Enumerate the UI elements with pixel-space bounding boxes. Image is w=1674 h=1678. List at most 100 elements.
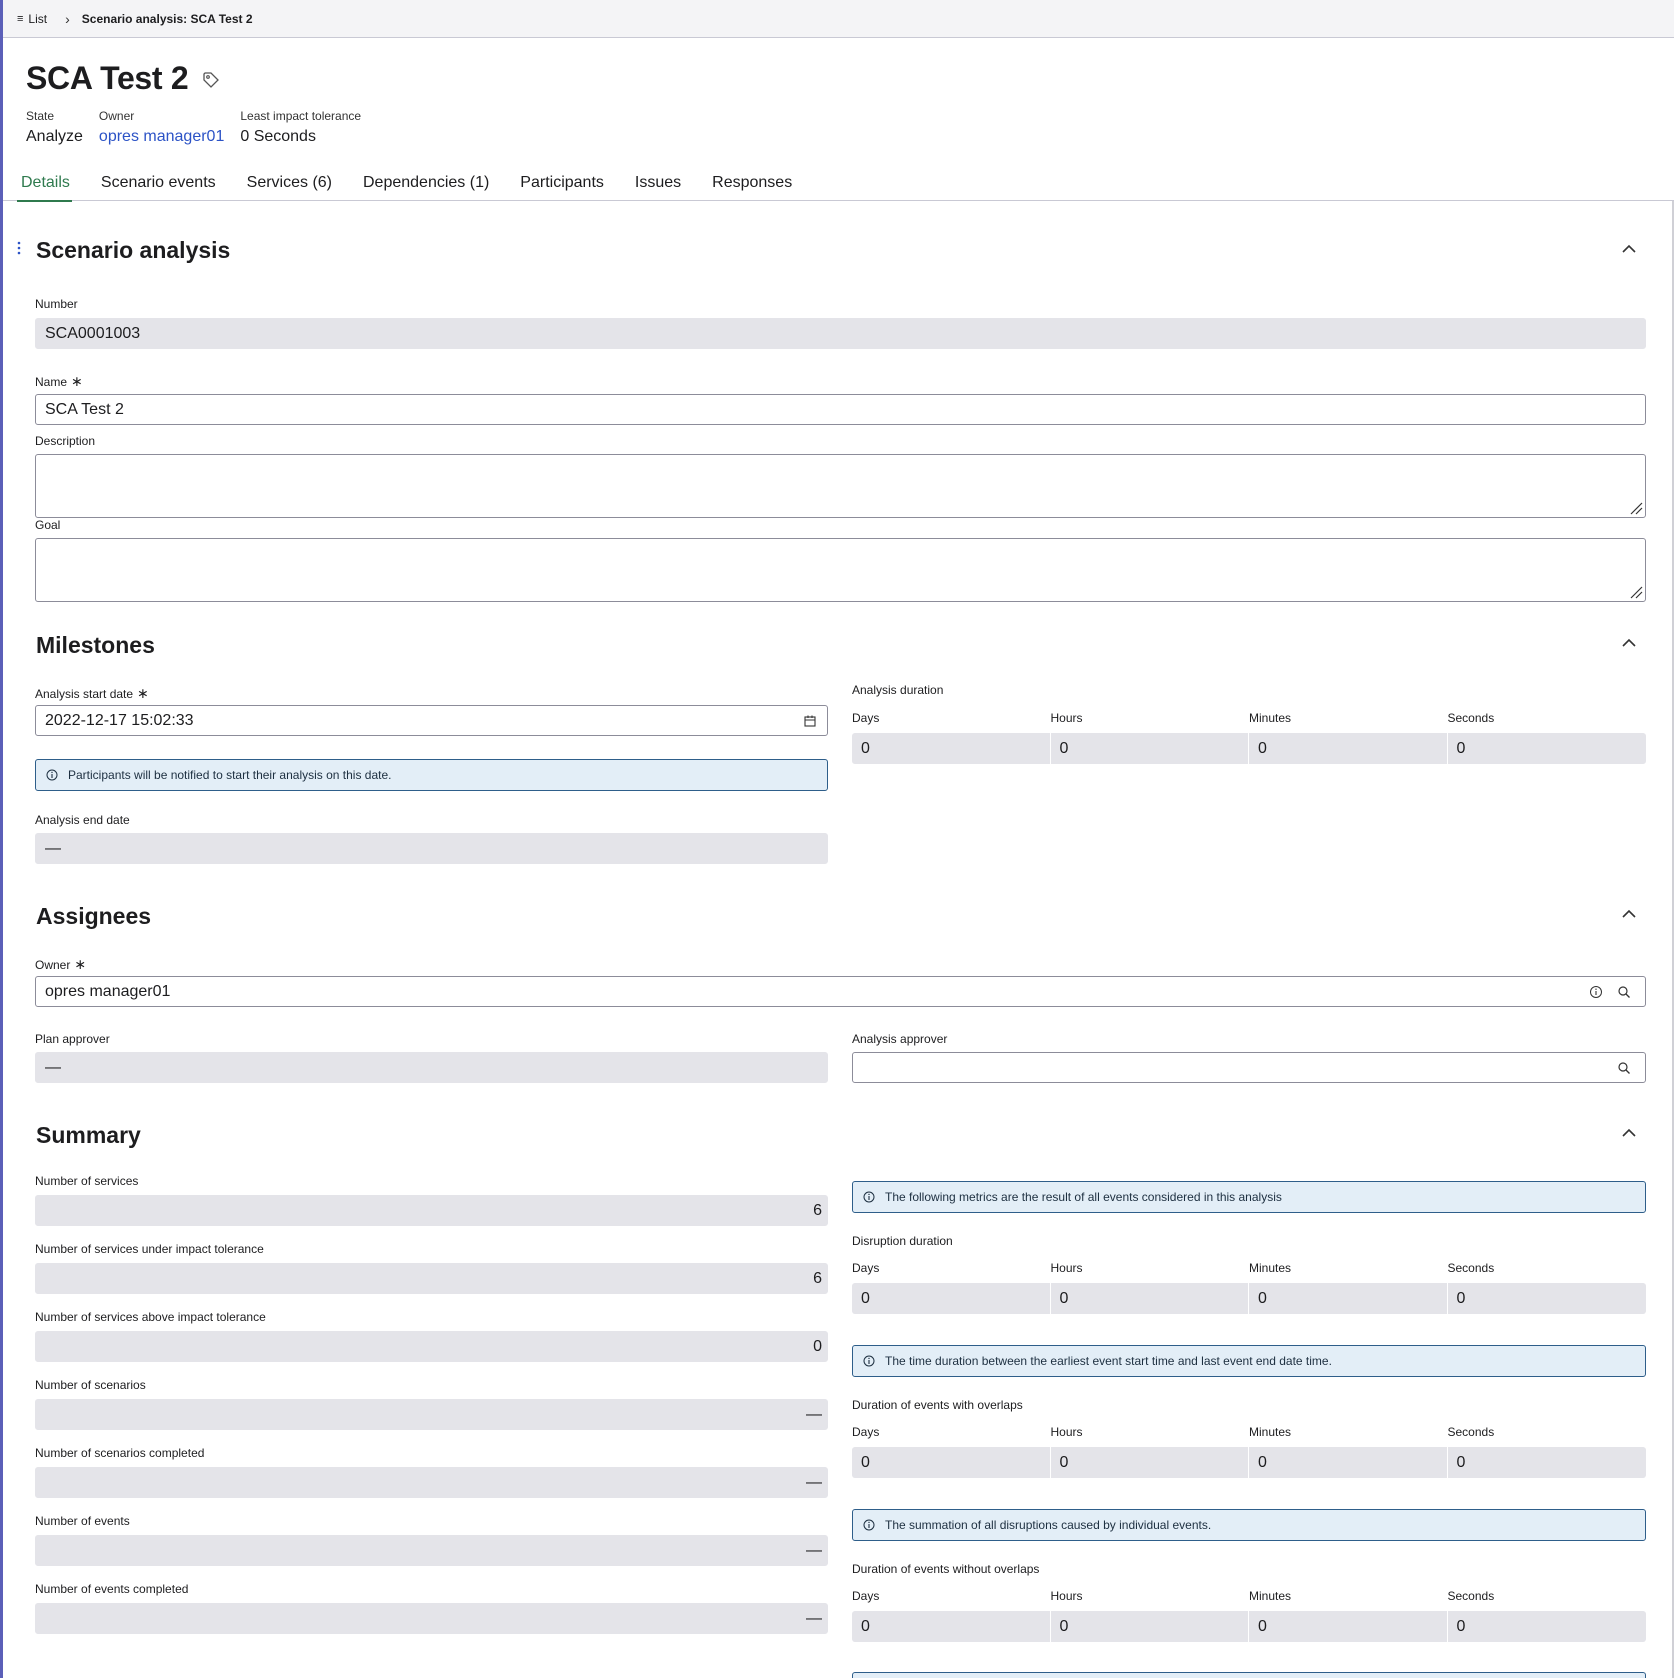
meta-owner: Owner opres manager01 (98, 109, 225, 146)
overlaps-minutes: 0 (1249, 1447, 1448, 1478)
plan-approver-field: — (35, 1052, 828, 1083)
analysis-duration-days: 0 (852, 733, 1051, 764)
summary-field-label: Number of services (35, 1174, 139, 1188)
goal-label: Goal (35, 518, 61, 532)
required-icon: ∗ (137, 685, 149, 701)
section-title-assignees: Assignees (36, 903, 152, 929)
calendar-icon[interactable] (803, 714, 817, 728)
number-of-events-field: — (35, 1535, 828, 1566)
tab-participants[interactable]: Participants (505, 168, 620, 201)
plan-approver-label: Plan approver (35, 1032, 110, 1046)
no-overlaps-seconds: 0 (1456, 1617, 1466, 1635)
list-icon: ≡ (17, 12, 24, 25)
tab-services[interactable]: Services (6) (232, 168, 348, 201)
info-icon[interactable] (1589, 985, 1603, 999)
analysis-start-date-label: Analysis start date ∗ (35, 685, 149, 701)
overlaps-duration-fields: 0 0 0 0 (852, 1447, 1646, 1478)
chevron-up-icon[interactable] (1620, 1124, 1638, 1142)
analysis-end-date-label: Analysis end date (35, 813, 130, 827)
no-overlaps-duration-unit-labels: Days Hours Minutes Seconds (852, 1589, 1495, 1603)
info-icon (863, 1191, 875, 1203)
overlaps-hours: 0 (1051, 1447, 1249, 1478)
tab-scenario-events[interactable]: Scenario events (86, 168, 232, 201)
name-input[interactable]: SCA Test 2 (35, 394, 1646, 425)
breadcrumb-current: Scenario analysis: SCA Test 2 (81, 11, 253, 26)
owner-value: opres manager01 (45, 982, 171, 1000)
analysis-duration-label: Analysis duration (852, 683, 944, 697)
owner-link[interactable]: opres manager01 (99, 128, 224, 146)
meta-least-impact-tolerance: Least impact tolerance 0 Seconds (240, 109, 362, 145)
no-overlaps-hours: 0 (1051, 1611, 1249, 1642)
analysis-approver-label: Analysis approver (852, 1032, 948, 1046)
services-above-tolerance-field: 0 (35, 1331, 828, 1362)
tag-icon[interactable] (202, 71, 220, 89)
resize-grip-icon[interactable] (1629, 585, 1643, 599)
description-textarea[interactable] (35, 454, 1646, 518)
analysis-duration-hours: 0 (1051, 733, 1249, 764)
disruption-days: 0 (852, 1283, 1051, 1314)
chevron-up-icon[interactable] (1620, 634, 1638, 652)
disruption-info-message: The time duration between the earliest e… (852, 1345, 1646, 1377)
tab-details[interactable]: Details (17, 168, 86, 202)
summary-field-label: Number of services above impact toleranc… (35, 1310, 266, 1324)
analysis-duration-minutes: 0 (1249, 733, 1448, 764)
no-overlaps-duration-label: Duration of events without overlaps (852, 1562, 1040, 1576)
section-title-summary: Summary (36, 1122, 141, 1148)
info-icon (863, 1355, 875, 1367)
scenarios-completed-field: — (35, 1467, 828, 1498)
summary-field-label: Number of events completed (35, 1582, 189, 1596)
number-of-services-field: 6 (35, 1195, 828, 1226)
search-icon[interactable] (1617, 985, 1631, 999)
number-field: SCA0001003 (35, 318, 1646, 349)
number-of-scenarios-field: — (35, 1399, 828, 1430)
overlaps-seconds: 0 (1456, 1453, 1466, 1471)
number-label: Number (35, 297, 78, 311)
next-info-message-partial (852, 1672, 1646, 1678)
overlaps-duration-label: Duration of events with overlaps (852, 1398, 1023, 1412)
analysis-approver-input[interactable] (852, 1052, 1646, 1083)
search-icon[interactable] (1617, 1061, 1631, 1075)
info-icon (863, 1519, 875, 1531)
section-title-scenario-analysis: Scenario analysis (36, 237, 231, 263)
resize-grip-icon[interactable] (1629, 501, 1643, 515)
analysis-start-date-input[interactable]: 2022-12-17 15:02:33 (35, 705, 828, 736)
events-completed-field: — (35, 1603, 828, 1634)
overlaps-days: 0 (852, 1447, 1051, 1478)
analysis-end-date-field: — (35, 833, 828, 864)
tab-dependencies[interactable]: Dependencies (1) (348, 168, 505, 201)
summary-field-label: Number of scenarios (35, 1378, 146, 1392)
summary-field-label: Number of services under impact toleranc… (35, 1242, 264, 1256)
owner-label: Owner ∗ (35, 956, 87, 972)
chevron-up-icon[interactable] (1620, 905, 1638, 923)
page-accent-rail (0, 0, 3, 1678)
summary-field-label: Number of events (35, 1514, 130, 1528)
metrics-info-message: The following metrics are the result of … (852, 1181, 1646, 1213)
overlaps-info-message: The summation of all disruptions caused … (852, 1509, 1646, 1541)
record-header: SCA Test 2 State Analyze Owner opres man… (26, 60, 361, 146)
no-overlaps-duration-fields: 0 0 0 0 (852, 1611, 1646, 1642)
tab-issues[interactable]: Issues (620, 168, 697, 201)
drag-handle-icon[interactable] (16, 240, 22, 256)
owner-input[interactable]: opres manager01 (35, 976, 1646, 1007)
description-label: Description (35, 434, 96, 448)
analysis-duration-unit-labels: Days Hours Minutes Seconds (852, 711, 1495, 725)
disruption-duration-label: Disruption duration (852, 1234, 953, 1248)
chevron-right-icon: › (65, 10, 70, 27)
overlaps-duration-unit-labels: Days Hours Minutes Seconds (852, 1425, 1495, 1439)
goal-textarea[interactable] (35, 538, 1646, 602)
section-title-milestones: Milestones (36, 632, 155, 658)
tab-bar: Details Scenario events Services (6) Dep… (3, 168, 1674, 202)
required-icon: ∗ (71, 373, 83, 389)
tab-responses[interactable]: Responses (697, 168, 808, 201)
disruption-hours: 0 (1051, 1283, 1249, 1314)
analysis-duration-seconds: 0 (1456, 739, 1466, 757)
required-icon: ∗ (74, 956, 87, 972)
chevron-up-icon[interactable] (1620, 240, 1638, 258)
analysis-start-date-value: 2022-12-17 15:02:33 (45, 711, 194, 729)
services-under-tolerance-field: 6 (35, 1263, 828, 1294)
breadcrumb-list-link[interactable]: ≡ List (17, 12, 47, 26)
disruption-minutes: 0 (1249, 1283, 1448, 1314)
meta-state: State Analyze (26, 109, 83, 145)
disruption-duration-fields: 0 0 0 0 (852, 1283, 1646, 1314)
breadcrumb: ≡ List › Scenario analysis: SCA Test 2 (3, 0, 1674, 38)
